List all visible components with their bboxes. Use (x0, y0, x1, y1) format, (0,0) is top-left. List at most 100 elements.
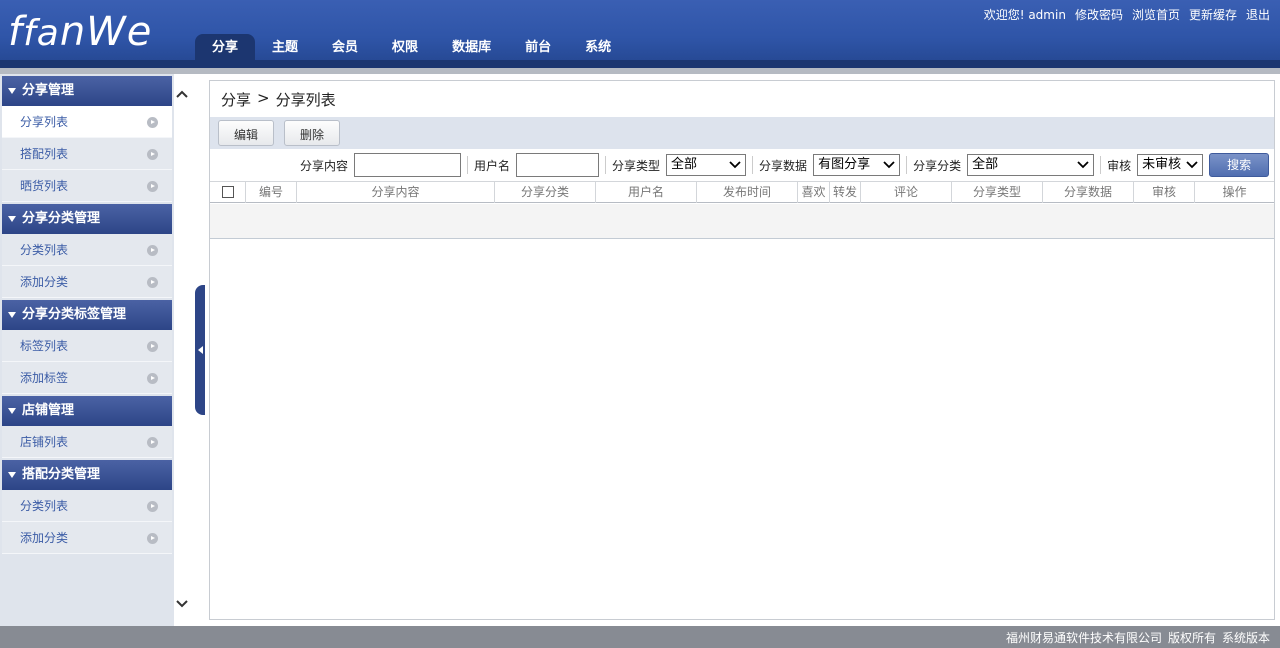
arrow-circle-icon (147, 277, 158, 288)
select-chevron-icon (1077, 161, 1089, 169)
footer-version: 系统版本 (1221, 631, 1270, 645)
arrow-circle-icon (147, 149, 158, 160)
nav-tab-permission[interactable]: 权限 (375, 34, 435, 60)
breadcrumb-separator: > (257, 89, 270, 107)
arrow-circle-icon (147, 117, 158, 128)
column-header-username[interactable]: 用户名 (596, 182, 697, 203)
share-data-select[interactable]: 有图分享 (813, 154, 901, 176)
nav-tab-system[interactable]: 系统 (568, 34, 628, 60)
header-divider (0, 60, 1280, 68)
nav-tab-frontend[interactable]: 前台 (508, 34, 568, 60)
share-type-value: 全部 (671, 157, 698, 172)
audit-select[interactable]: 未审核 (1137, 154, 1204, 176)
sidebar-item-label: 店铺列表 (20, 435, 69, 449)
triangle-down-icon (8, 216, 16, 222)
share-content-input[interactable] (354, 153, 462, 177)
welcome-text: 欢迎您! admin (983, 8, 1066, 22)
select-chevron-icon (729, 161, 741, 169)
divider (605, 156, 607, 174)
footer-text: 福州财易通软件技术有限公司 版权所有 系统版本 (1006, 629, 1270, 646)
column-header-audit[interactable]: 审核 (1134, 182, 1195, 203)
column-header-share-type[interactable]: 分享类型 (952, 182, 1043, 203)
share-type-select[interactable]: 全部 (666, 154, 747, 176)
browse-home-link[interactable]: 浏览首页 (1132, 6, 1180, 23)
main-panel: 分享 > 分享列表 编辑 删除 分享内容 用户名 分享类型 全部 分享数据 有图… (209, 80, 1275, 620)
sidebar-item-share-list[interactable]: 分享列表 (2, 106, 172, 138)
nav-tab-database[interactable]: 数据库 (435, 34, 508, 60)
breadcrumb: 分享 > 分享列表 (221, 89, 336, 110)
divider (1100, 156, 1102, 174)
sidebar-item-add-match-category[interactable]: 添加分类 (2, 522, 172, 554)
column-header-comments[interactable]: 评论 (861, 182, 952, 203)
username-input[interactable] (516, 153, 600, 177)
logout-link[interactable]: 退出 (1246, 6, 1270, 23)
triangle-down-icon (8, 472, 16, 478)
sidebar-item-category-list[interactable]: 分类列表 (2, 234, 172, 266)
edit-button[interactable]: 编辑 (218, 120, 274, 146)
select-all-checkbox[interactable] (221, 185, 234, 198)
collapse-arrow-icon[interactable] (195, 285, 205, 415)
top-links: 欢迎您! admin 修改密码 浏览首页 更新缓存 退出 (984, 6, 1270, 23)
column-header-id[interactable]: 编号 (246, 182, 297, 203)
delete-button[interactable]: 删除 (284, 120, 340, 146)
sidebar-item-label: 分类列表 (20, 243, 69, 257)
share-category-select[interactable]: 全部 (967, 154, 1095, 176)
sidebar-item-label: 标签列表 (20, 339, 69, 353)
sidebar-group-label: 分享分类标签管理 (22, 307, 127, 322)
breadcrumb-page: 分享列表 (275, 91, 336, 109)
column-header-category[interactable]: 分享分类 (495, 182, 596, 203)
fanwe-logo: ffanWe (8, 9, 153, 55)
sidebar-item-match-list[interactable]: 搭配列表 (2, 138, 172, 170)
sidebar-item-shop-list[interactable]: 店铺列表 (2, 426, 172, 458)
sidebar-group-label: 分享管理 (22, 83, 75, 98)
column-header-likes[interactable]: 喜欢 (798, 182, 830, 203)
column-header-publish-time[interactable]: 发布时间 (697, 182, 798, 203)
sidebar-group-shop-management[interactable]: 店铺管理 (2, 396, 172, 426)
sidebar-group-label: 分享分类管理 (22, 211, 101, 226)
column-header-share-data[interactable]: 分享数据 (1043, 182, 1134, 203)
sidebar-group-match-category-management[interactable]: 搭配分类管理 (2, 460, 172, 490)
chevron-down-icon[interactable] (176, 598, 188, 610)
breadcrumb-section[interactable]: 分享 (221, 89, 251, 110)
share-data-value: 有图分享 (818, 157, 871, 172)
arrow-circle-icon (147, 245, 158, 256)
select-chevron-icon (1186, 161, 1198, 169)
change-password-link[interactable]: 修改密码 (1075, 6, 1123, 23)
update-cache-link[interactable]: 更新缓存 (1189, 6, 1237, 23)
sidebar-item-label: 晒货列表 (20, 179, 69, 193)
column-header-forwards[interactable]: 转发 (830, 182, 861, 203)
divider (906, 156, 908, 174)
share-category-value: 全部 (972, 157, 999, 172)
share-data-label: 分享数据 (759, 158, 808, 173)
divider (752, 156, 754, 174)
arrow-circle-icon (147, 373, 158, 384)
sidebar-item-match-category-list[interactable]: 分类列表 (2, 490, 172, 522)
nav-tab-theme[interactable]: 主题 (255, 34, 315, 60)
select-chevron-icon (883, 161, 895, 169)
footer-company: 福州财易通软件技术有限公司 (1005, 631, 1162, 645)
arrow-circle-icon (147, 181, 158, 192)
column-header-actions: 操作 (1222, 185, 1247, 199)
column-header-content[interactable]: 分享内容 (297, 182, 495, 203)
sidebar-group-tag-management[interactable]: 分享分类标签管理 (2, 300, 172, 330)
chevron-up-icon[interactable] (176, 88, 188, 100)
header-shadow (0, 68, 1280, 74)
sidebar-group-share-category-management[interactable]: 分享分类管理 (2, 204, 172, 234)
sidebar-item-tag-list[interactable]: 标签列表 (2, 330, 172, 362)
nav-tab-share[interactable]: 分享 (195, 34, 256, 60)
sidebar-item-label: 分享列表 (20, 115, 69, 129)
sidebar-item-add-category[interactable]: 添加分类 (2, 266, 172, 298)
toolbar: 编辑 删除 (210, 117, 1274, 149)
sidebar-group-share-management[interactable]: 分享管理 (2, 76, 172, 106)
triangle-down-icon (8, 408, 16, 414)
nav-tab-member[interactable]: 会员 (315, 34, 375, 60)
sidebar-item-show-list[interactable]: 晒货列表 (2, 170, 172, 202)
sidebar-group-label: 搭配分类管理 (22, 467, 101, 482)
footer: 福州财易通软件技术有限公司 版权所有 系统版本 (0, 626, 1280, 648)
arrow-circle-icon (147, 341, 158, 352)
sidebar: 分享管理 分享列表 搭配列表 晒货列表 分享分类管理 分类列表 添加分类 分享分… (0, 74, 174, 626)
select-all-cell (210, 182, 246, 203)
search-button[interactable]: 搜索 (1209, 153, 1270, 177)
search-form: 分享内容 用户名 分享类型 全部 分享数据 有图分享 分享分类 全部 审核 未审… (210, 149, 1274, 181)
sidebar-item-add-tag[interactable]: 添加标签 (2, 362, 172, 394)
